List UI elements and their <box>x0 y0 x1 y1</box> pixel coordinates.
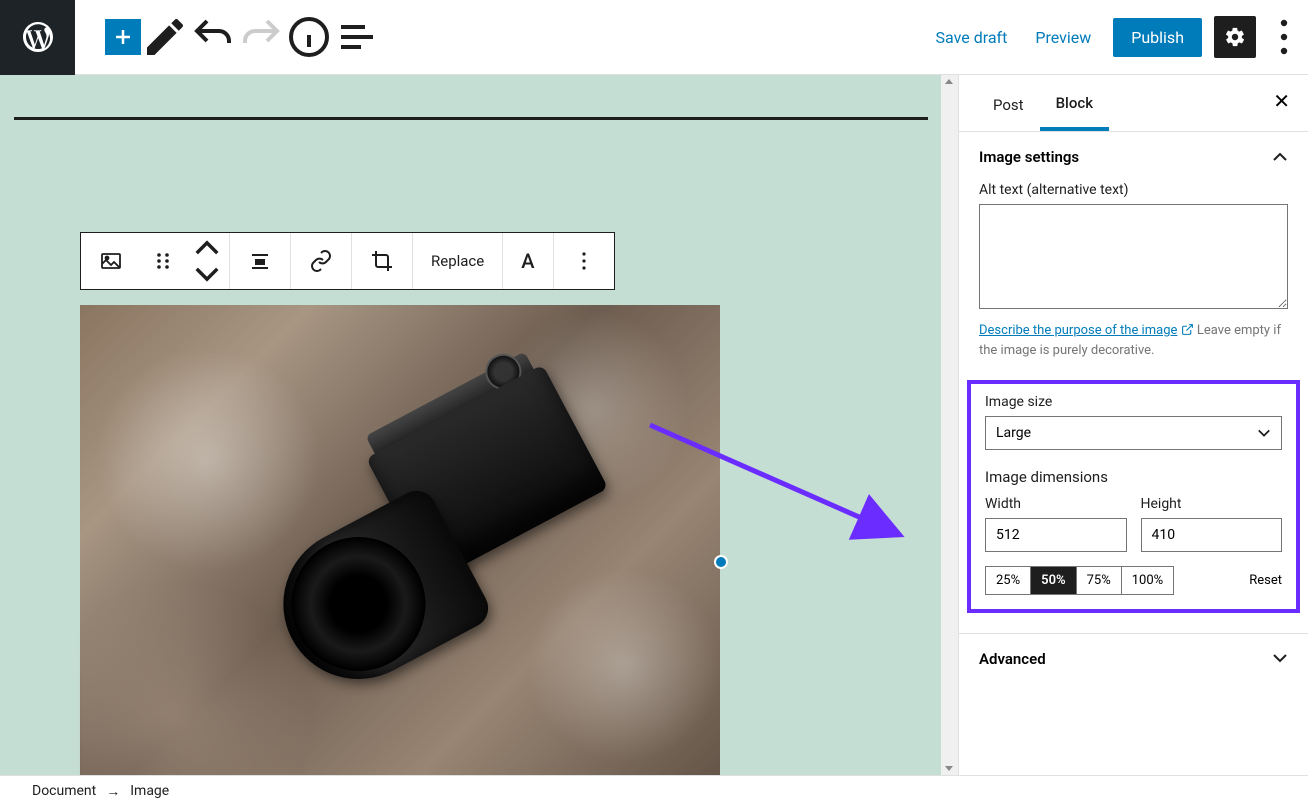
advanced-panel-header[interactable]: Advanced <box>959 633 1308 684</box>
percent-50[interactable]: 50% <box>1031 567 1076 594</box>
close-sidebar-icon[interactable]: ✕ <box>1273 89 1290 113</box>
redo-icon[interactable] <box>237 13 285 61</box>
more-options-icon[interactable] <box>1260 13 1308 61</box>
block-type-icon[interactable] <box>81 233 141 289</box>
publish-button[interactable]: Publish <box>1113 18 1202 57</box>
chevron-down-icon <box>1257 426 1271 440</box>
chevron-up-icon[interactable] <box>195 236 219 260</box>
external-link-icon <box>1181 323 1194 336</box>
chevron-up-icon <box>1272 149 1288 165</box>
percent-buttons: 25% 50% 75% 100% <box>985 566 1174 595</box>
breadcrumb-separator: → <box>106 783 120 800</box>
add-block-button[interactable] <box>105 19 141 55</box>
reset-button[interactable]: Reset <box>1249 573 1282 588</box>
width-label: Width <box>985 496 1127 512</box>
drag-handle-icon[interactable] <box>141 233 185 289</box>
settings-sidebar: Post Block ✕ Image settings Alt text (al… <box>958 75 1308 775</box>
edit-icon[interactable] <box>141 13 189 61</box>
save-draft-link[interactable]: Save draft <box>922 28 1022 47</box>
breadcrumb-document[interactable]: Document <box>32 783 96 799</box>
image-size-label: Image size <box>985 394 1282 410</box>
preview-link[interactable]: Preview <box>1021 28 1105 47</box>
outline-icon[interactable] <box>333 13 381 61</box>
block-more-icon[interactable] <box>554 233 614 289</box>
image-settings-title: Image settings <box>979 148 1079 166</box>
breadcrumb-image[interactable]: Image <box>130 783 169 799</box>
canvas-scrollbar[interactable] <box>941 75 958 775</box>
crop-icon[interactable] <box>352 233 413 289</box>
align-icon[interactable] <box>230 233 291 289</box>
image-size-select[interactable]: Large <box>985 416 1282 450</box>
percent-100[interactable]: 100% <box>1122 567 1173 594</box>
move-arrows[interactable] <box>185 233 230 289</box>
settings-button[interactable] <box>1214 16 1256 58</box>
image-size-panel-highlight: Image size Large Image dimensions Width … <box>967 380 1300 613</box>
wordpress-logo[interactable] <box>0 0 75 75</box>
alt-text-help: Describe the purpose of the image Leave … <box>979 321 1288 360</box>
info-icon[interactable] <box>285 13 333 61</box>
sidebar-tabs: Post Block ✕ <box>959 75 1308 132</box>
image-dimensions-label: Image dimensions <box>985 468 1282 486</box>
chevron-down-icon <box>1272 650 1288 666</box>
image-settings-header[interactable]: Image settings <box>959 132 1308 182</box>
height-input[interactable] <box>1141 518 1283 552</box>
alt-text-input[interactable] <box>979 204 1288 309</box>
chevron-down-icon[interactable] <box>195 262 219 286</box>
breadcrumb-footer: Document → Image <box>0 775 1308 806</box>
link-icon[interactable] <box>291 233 352 289</box>
tab-post[interactable]: Post <box>977 78 1040 129</box>
alt-text-label: Alt text (alternative text) <box>979 182 1288 198</box>
resize-handle-right[interactable] <box>714 555 728 569</box>
replace-button[interactable]: Replace <box>413 233 503 289</box>
separator-block[interactable] <box>14 117 928 120</box>
height-label: Height <box>1141 496 1283 512</box>
block-toolbar: Replace A <box>80 232 615 290</box>
editor-canvas[interactable]: Replace A <box>0 75 958 775</box>
tab-block[interactable]: Block <box>1040 76 1109 131</box>
describe-image-link[interactable]: Describe the purpose of the image <box>979 323 1177 338</box>
percent-25[interactable]: 25% <box>986 567 1031 594</box>
text-style-icon[interactable]: A <box>503 233 553 289</box>
camera-image-content <box>215 329 655 741</box>
percent-75[interactable]: 75% <box>1077 567 1122 594</box>
undo-icon[interactable] <box>189 13 237 61</box>
image-block[interactable] <box>80 305 720 775</box>
width-input[interactable] <box>985 518 1127 552</box>
editor-top-bar: Save draft Preview Publish <box>0 0 1308 75</box>
